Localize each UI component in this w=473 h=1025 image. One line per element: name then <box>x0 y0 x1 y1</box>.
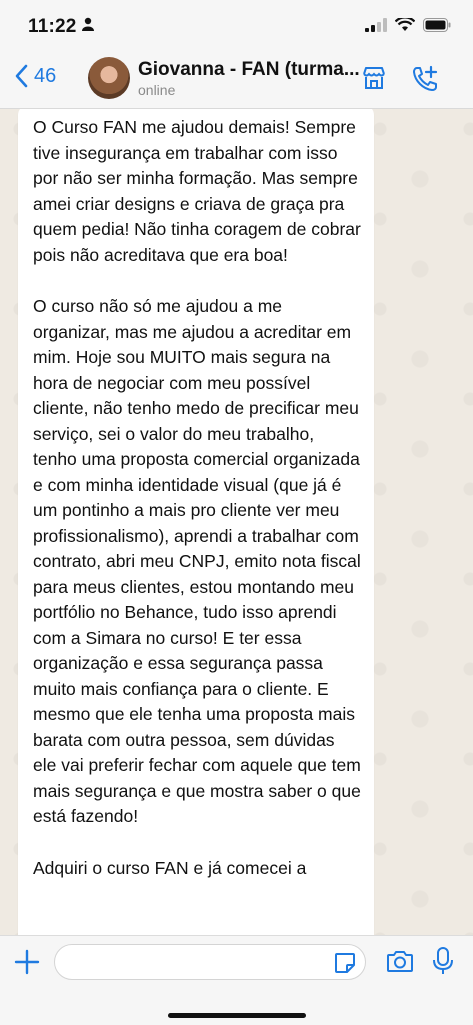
message-input-bar <box>0 935 473 1025</box>
add-call-icon[interactable] <box>411 65 439 93</box>
camera-icon[interactable] <box>386 948 414 974</box>
unread-count: 46 <box>34 64 57 87</box>
person-icon <box>82 17 94 31</box>
message-bubble[interactable]: O Curso FAN me ajudou demais! Sempre tiv… <box>18 109 374 935</box>
microphone-icon[interactable] <box>432 946 454 976</box>
message-input[interactable] <box>67 945 331 981</box>
storefront-icon[interactable] <box>361 65 387 91</box>
back-button[interactable]: 46 <box>14 64 56 88</box>
chevron-left-icon <box>15 64 28 88</box>
chat-header: 46 Giovanna - FAN (turma... online <box>0 50 473 109</box>
battery-icon <box>423 18 451 32</box>
contact-avatar[interactable] <box>88 57 130 99</box>
contact-name[interactable]: Giovanna - FAN (turma... <box>138 59 360 81</box>
status-bar: 11:22 <box>0 0 473 50</box>
sticker-icon[interactable] <box>333 951 357 975</box>
wifi-icon <box>395 18 415 31</box>
message-paragraph: O curso não só me ajudou a me organizar,… <box>33 296 361 826</box>
message-field[interactable] <box>54 944 366 981</box>
contact-status: online <box>138 82 176 98</box>
home-indicator <box>168 1013 306 1018</box>
message-paragraph: Adquiri o curso FAN e já comecei a <box>33 857 307 878</box>
message-paragraph: O Curso FAN me ajudou demais! Sempre tiv… <box>33 117 361 265</box>
plus-icon[interactable] <box>14 949 40 975</box>
status-time: 11:22 <box>28 16 77 37</box>
cellular-signal-icon <box>365 18 387 32</box>
chat-area[interactable]: O Curso FAN me ajudou demais! Sempre tiv… <box>0 109 473 935</box>
